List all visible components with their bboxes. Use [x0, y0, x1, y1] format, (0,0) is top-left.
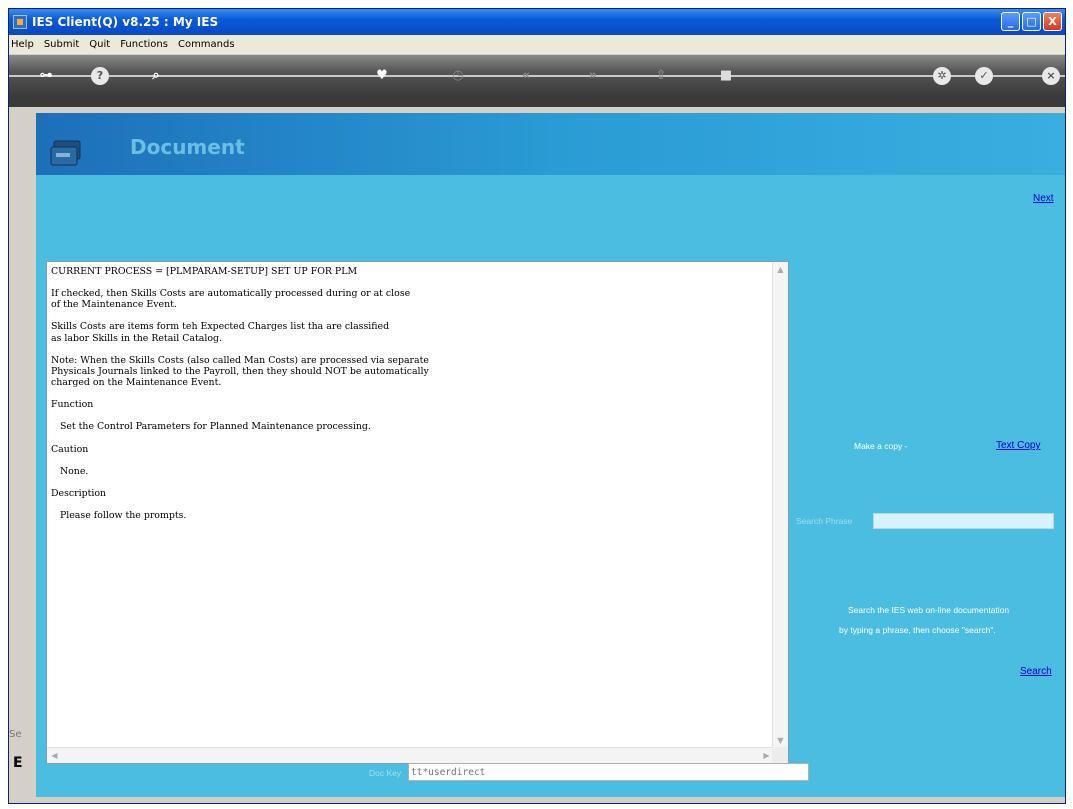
document-body: CURRENT PROCESS = [PLMPARAM-SETUP] SET U… — [51, 266, 429, 522]
window-controls: _ □ X — [1001, 12, 1062, 31]
stop-icon[interactable]: ■ — [717, 67, 735, 85]
toolbar: ⊶ ? ⌕ ♥ ◷ « » ⇧ ■ ✲ ✓ × — [9, 55, 1065, 97]
search-phrase-input[interactable] — [873, 513, 1054, 529]
menu-submit[interactable]: Submit — [44, 39, 79, 50]
heart-icon[interactable]: ♥ — [373, 67, 391, 85]
doc-key-label: Doc Key — [369, 768, 402, 778]
toolbar-shadow — [9, 97, 1065, 107]
app-window: IES Client(Q) v8.25 : My IES _ □ X Help … — [8, 8, 1066, 804]
forward-icon[interactable]: » — [584, 67, 602, 85]
gutter-letter: E — [13, 755, 23, 771]
search-icon[interactable]: ⌕ — [147, 67, 165, 85]
scroll-left-icon[interactable]: ◀ — [49, 750, 60, 761]
minimize-button[interactable]: _ — [1001, 12, 1020, 31]
window-title: IES Client(Q) v8.25 : My IES — [32, 15, 219, 29]
gear-icon[interactable]: ✲ — [933, 67, 951, 85]
search-help-line-2: by typing a phrase, then choose "search"… — [839, 625, 996, 635]
vertical-scrollbar[interactable]: ▲ ▼ — [772, 262, 788, 748]
content-area: Se E Document Next CURRENT PROCESS = [PL… — [9, 107, 1065, 803]
menu-commands[interactable]: Commands — [178, 39, 235, 50]
close-icon[interactable]: × — [1042, 67, 1060, 85]
scroll-right-icon[interactable]: ▶ — [761, 750, 772, 761]
check-icon[interactable]: ✓ — [975, 67, 993, 85]
page-title: Document — [130, 135, 245, 159]
title-bar: IES Client(Q) v8.25 : My IES _ □ X — [9, 9, 1065, 35]
horizontal-scrollbar[interactable]: ◀ ▶ — [47, 747, 774, 763]
scroll-up-icon[interactable]: ▲ — [775, 264, 786, 275]
document-icon — [50, 140, 81, 166]
close-button[interactable]: X — [1043, 12, 1062, 31]
clock-icon[interactable]: ◷ — [449, 67, 467, 85]
export-icon[interactable]: ⇧ — [652, 67, 670, 85]
text-copy-link[interactable]: Text Copy — [996, 440, 1040, 451]
menu-quit[interactable]: Quit — [89, 39, 110, 50]
document-text-area[interactable]: CURRENT PROCESS = [PLMPARAM-SETUP] SET U… — [46, 261, 789, 764]
rewind-icon[interactable]: « — [517, 67, 535, 85]
menu-help[interactable]: Help — [11, 39, 34, 50]
menu-bar: Help Submit Quit Functions Commands — [9, 35, 1065, 54]
gutter-label: Se — [9, 729, 22, 740]
scroll-down-icon[interactable]: ▼ — [775, 735, 786, 746]
help-icon[interactable]: ? — [91, 67, 109, 85]
left-gutter: Se E — [9, 107, 36, 803]
menu-functions[interactable]: Functions — [120, 39, 168, 50]
maximize-button[interactable]: □ — [1022, 12, 1041, 31]
document-panel: Document Next CURRENT PROCESS = [PLMPARA… — [36, 113, 1065, 797]
search-help-line-1: Search the IES web on-line documentation — [848, 605, 1010, 615]
search-link[interactable]: Search — [1020, 666, 1052, 677]
doc-key-input[interactable] — [408, 763, 809, 781]
scroll-corner — [772, 747, 788, 763]
toolbar-divider — [9, 75, 1065, 77]
key-icon[interactable]: ⊶ — [31, 67, 61, 85]
make-copy-label: Make a copy - — [854, 441, 908, 451]
app-icon — [13, 15, 27, 29]
bottom-strip — [36, 797, 1065, 803]
search-phrase-label: Search Phrase — [796, 516, 853, 526]
next-link[interactable]: Next — [1033, 193, 1054, 204]
panel-header: Document — [36, 113, 1065, 175]
